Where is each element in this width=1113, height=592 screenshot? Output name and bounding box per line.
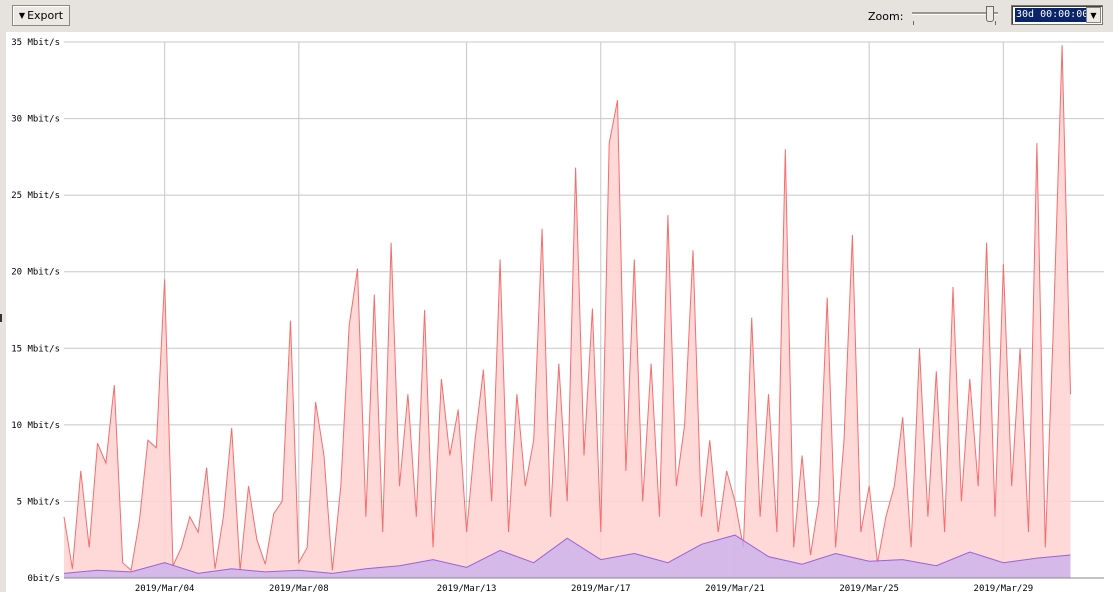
y-tick-label: 10 Mbit/s	[11, 421, 60, 431]
y-tick-label: 35 Mbit/s	[11, 38, 60, 48]
traffic-chart: 0bit/s 5 Mbit/s 10 Mbit/s 15 Mbit/s 20 Mbit/…	[0, 32, 1113, 592]
chevron-down-icon[interactable]: ▼	[1086, 7, 1101, 23]
zoom-label: Zoom:	[868, 10, 904, 23]
y-tick-label: 20 Mbit/s	[11, 268, 60, 278]
x-tick-label: 2019/Mar/08	[269, 584, 329, 592]
export-label: Export	[27, 9, 64, 22]
x-tick-label: 2019/Mar/04	[135, 584, 195, 592]
x-tick-label: 2019/Mar/25	[839, 584, 899, 592]
y-tick-label: 25 Mbit/s	[11, 191, 60, 201]
zoom-slider[interactable]	[910, 6, 1000, 26]
left-edge	[0, 32, 6, 592]
y-tick-label: 0bit/s	[27, 574, 60, 584]
zoom-slider-tick	[913, 21, 914, 25]
export-button[interactable]: ▼ Export	[12, 5, 70, 26]
x-tick-label: 2019/Mar/17	[571, 584, 631, 592]
y-tick-label: 5 Mbit/s	[17, 497, 60, 507]
zoom-select-value: 30d 00:00:00	[1015, 8, 1090, 22]
x-tick-label: 2019/Mar/21	[705, 584, 765, 592]
y-tick-label: 15 Mbit/s	[11, 344, 60, 354]
zoom-slider-thumb[interactable]	[986, 6, 994, 22]
dropdown-triangle-icon: ▼	[18, 10, 26, 20]
toolbar: ▼ Export Zoom: 30d 00:00:00 ▼	[0, 0, 1113, 32]
x-tick-label: 2019/Mar/29	[974, 584, 1034, 592]
traffic-chart-svg: 0bit/s 5 Mbit/s 10 Mbit/s 15 Mbit/s 20 Mbit/…	[11, 38, 1104, 592]
x-tick-label: 2019/Mar/13	[437, 584, 497, 592]
zoom-slider-tick	[995, 21, 996, 25]
zoom-select[interactable]: 30d 00:00:00 ▼	[1011, 5, 1103, 25]
y-tick-label: 30 Mbit/s	[11, 115, 60, 125]
edge-marker	[0, 314, 2, 322]
